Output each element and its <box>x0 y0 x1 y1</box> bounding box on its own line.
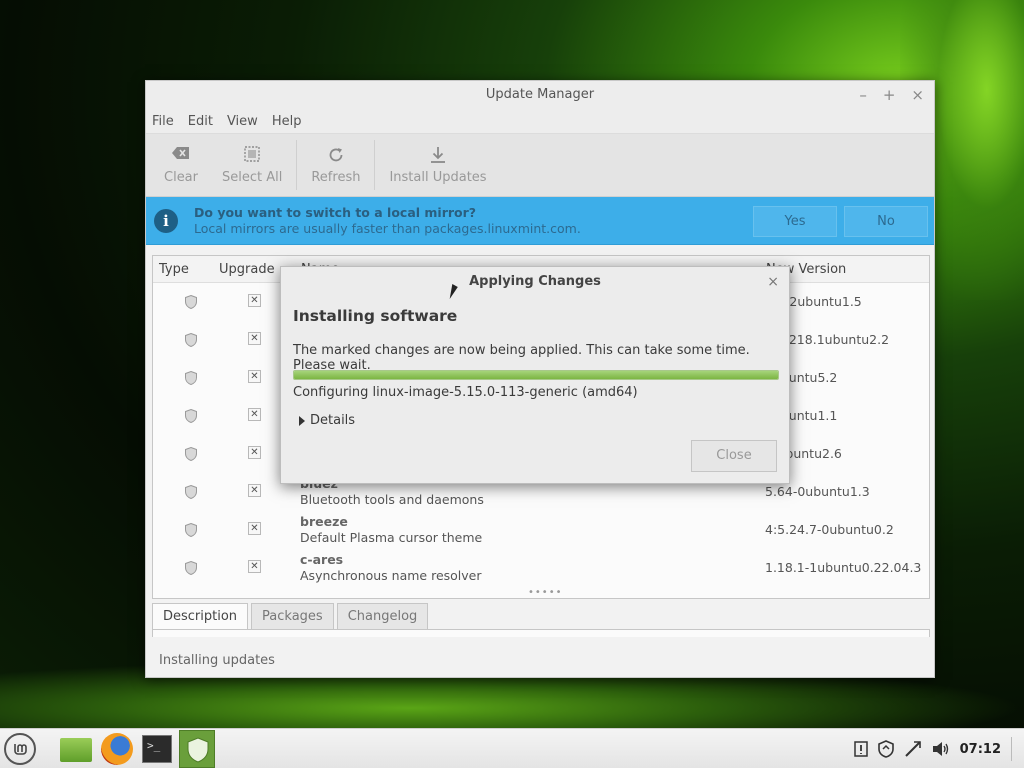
upgrade-checkbox[interactable]: ✕ <box>248 370 261 383</box>
details-tabs: Description Packages Changelog <box>152 603 429 630</box>
refresh-button[interactable]: Refresh <box>299 134 372 196</box>
details-expander[interactable]: Details <box>299 413 355 428</box>
update-manager-task[interactable] <box>179 730 215 768</box>
upgrade-checkbox[interactable]: ✕ <box>248 560 261 573</box>
tab-changelog[interactable]: Changelog <box>336 603 429 630</box>
details-label: Details <box>310 413 356 428</box>
install-updates-button[interactable]: Install Updates <box>377 134 498 196</box>
minimize-icon[interactable]: – <box>859 81 867 109</box>
close-icon[interactable]: × <box>911 81 924 109</box>
security-shield-icon <box>185 523 197 537</box>
tab-description[interactable]: Description <box>152 603 249 630</box>
progress-status: Configuring linux-image-5.15.0-113-gener… <box>293 385 638 400</box>
refresh-label: Refresh <box>311 169 361 185</box>
select-all-icon <box>244 145 260 164</box>
mint-logo-icon <box>14 744 27 755</box>
backspace-icon <box>172 146 190 164</box>
menu-view[interactable]: View <box>227 114 258 129</box>
status-text: Installing updates <box>159 653 275 668</box>
applying-changes-dialog: Applying Changes × Installing software T… <box>280 266 790 484</box>
window-titlebar[interactable]: Update Manager – + × <box>146 81 934 109</box>
package-description: Asynchronous name resolver <box>300 568 482 583</box>
shield-icon <box>187 737 209 763</box>
package-version: 5.64-0ubuntu1.3 <box>765 484 870 499</box>
firefox-launcher-icon[interactable] <box>101 733 133 765</box>
security-shield-icon <box>185 409 197 423</box>
clock[interactable]: 07:12 <box>960 742 1001 757</box>
upgrade-checkbox[interactable]: ✕ <box>248 332 261 345</box>
upgrade-checkbox[interactable]: ✕ <box>248 408 261 421</box>
select-all-label: Select All <box>222 169 283 185</box>
network-icon[interactable] <box>904 740 922 758</box>
security-shield-icon <box>185 485 197 499</box>
dialog-title: Applying Changes <box>469 274 601 289</box>
package-name: c-ares <box>300 552 344 567</box>
yes-button[interactable]: Yes <box>753 206 837 237</box>
notification-icon[interactable] <box>853 741 868 757</box>
table-row[interactable]: ✕ breeze Default Plasma cursor theme 4:5.24… <box>153 512 929 550</box>
progress-bar <box>293 370 779 380</box>
files-launcher-icon[interactable] <box>60 738 92 762</box>
upgrade-checkbox[interactable]: ✕ <box>248 294 261 307</box>
dialog-titlebar[interactable]: Applying Changes × <box>281 267 789 297</box>
info-icon: i <box>154 208 178 233</box>
menu-edit[interactable]: Edit <box>188 114 213 129</box>
progress-fill <box>294 371 778 379</box>
toolbar-separator <box>296 140 298 190</box>
toolbar-separator <box>374 140 376 190</box>
infobar-subtitle: Local mirrors are usually faster than pa… <box>194 220 581 236</box>
no-button[interactable]: No <box>844 206 928 237</box>
column-upgrade[interactable]: Upgrade <box>219 262 275 277</box>
dialog-heading: Installing software <box>293 307 458 325</box>
upgrade-checkbox[interactable]: ✕ <box>248 446 261 459</box>
package-version: 1.18.1-1ubuntu0.22.04.3 <box>765 560 922 575</box>
security-shield-icon <box>185 371 197 385</box>
security-shield-icon <box>185 333 197 347</box>
security-shield-icon <box>185 447 197 461</box>
menu-help[interactable]: Help <box>272 114 302 129</box>
security-shield-icon <box>185 295 197 309</box>
package-version: 4:5.24.7-0ubuntu0.2 <box>765 522 894 537</box>
install-updates-label: Install Updates <box>389 169 487 185</box>
download-icon <box>430 146 446 164</box>
expander-arrow-icon <box>299 415 305 426</box>
table-row[interactable]: ✕ c-ares Asynchronous name resolver 1.18.1-… <box>153 550 929 588</box>
tray-separator <box>1011 737 1012 761</box>
tab-panel <box>152 629 930 637</box>
system-tray: 07:12 <box>853 729 1012 768</box>
menu-button[interactable] <box>4 733 36 765</box>
maximize-icon[interactable]: + <box>883 81 896 109</box>
package-description: Bluetooth tools and daemons <box>300 492 484 507</box>
clear-label: Clear <box>164 169 198 185</box>
menubar: File Edit View Help <box>146 109 934 133</box>
dialog-close-icon[interactable]: × <box>767 267 779 297</box>
close-button[interactable]: Close <box>691 440 777 472</box>
menu-file[interactable]: File <box>152 114 174 129</box>
security-shield-icon <box>185 561 197 575</box>
terminal-launcher-icon[interactable]: >_ <box>142 735 172 763</box>
package-name: breeze <box>300 514 348 529</box>
taskbar: >_ 07:12 <box>0 728 1024 768</box>
infobar-title: Do you want to switch to a local mirror? <box>194 204 477 220</box>
column-type[interactable]: Type <box>159 262 189 277</box>
toolbar: Clear Select All Refresh Install Updates <box>146 133 934 197</box>
upgrade-checkbox[interactable]: ✕ <box>248 484 261 497</box>
mirror-infobar: i Do you want to switch to a local mirro… <box>146 197 934 245</box>
update-shield-icon[interactable] <box>877 740 894 758</box>
window-title: Update Manager <box>485 87 595 102</box>
package-description: Default Plasma cursor theme <box>300 530 483 545</box>
upgrade-checkbox[interactable]: ✕ <box>248 522 261 535</box>
clear-button[interactable]: Clear <box>152 134 210 196</box>
volume-icon[interactable] <box>932 741 950 757</box>
tab-packages[interactable]: Packages <box>251 603 334 630</box>
refresh-icon <box>327 146 345 164</box>
pane-resize-handle[interactable]: ••••• <box>528 587 563 598</box>
select-all-button[interactable]: Select All <box>210 134 294 196</box>
dialog-message: The marked changes are now being applied… <box>293 343 750 373</box>
